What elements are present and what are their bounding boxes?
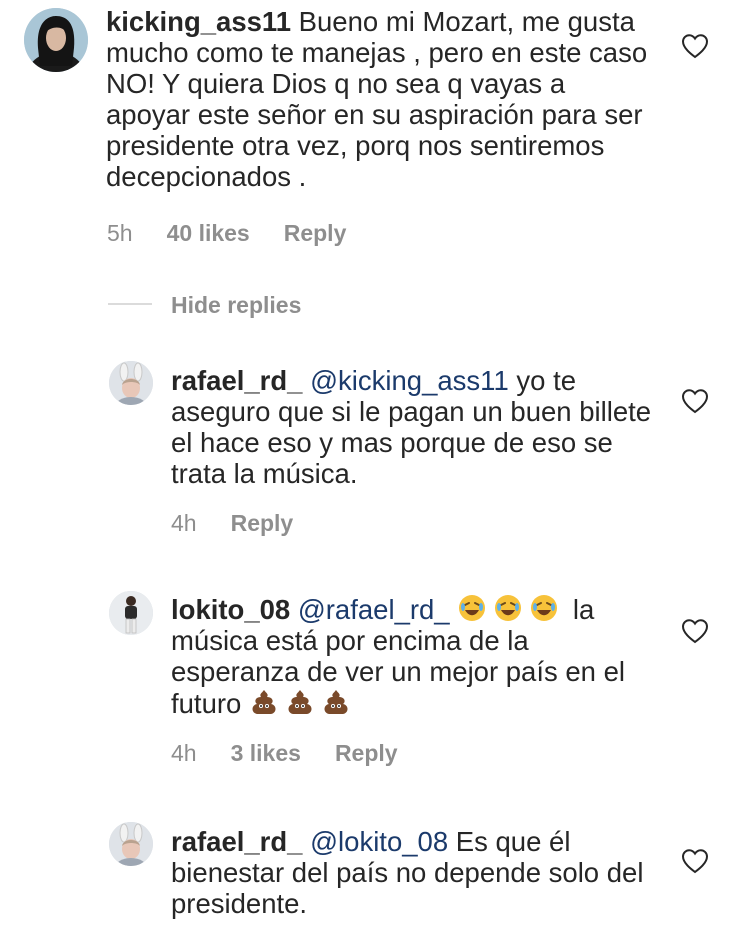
reply-likes[interactable]: 3 likes: [231, 740, 301, 766]
divider-line: [108, 303, 152, 305]
heart-outline-icon[interactable]: [681, 388, 709, 414]
comment-username[interactable]: kicking_ass11: [106, 6, 291, 37]
rolling-laughing-emoji-icon: [495, 595, 522, 621]
reply-meta: 4h 3 likes Reply: [171, 740, 432, 767]
reply-button[interactable]: Reply: [284, 220, 347, 246]
user-avatar-icon: [109, 591, 153, 635]
heart-outline-icon[interactable]: [681, 33, 709, 59]
reply-time: 4h: [171, 510, 197, 536]
reply-button[interactable]: Reply: [335, 740, 398, 766]
comment-text: kicking_ass11 Bueno mi Mozart, me gusta …: [106, 6, 651, 192]
reply-meta: 4h Reply: [171, 510, 327, 537]
rolling-laughing-emoji-icon: [531, 595, 558, 621]
pile-of-poo-emoji-icon: [288, 690, 312, 714]
reply-time: 4h: [171, 740, 197, 766]
user-avatar-icon: [109, 822, 153, 866]
hide-replies-label[interactable]: Hide replies: [171, 292, 301, 319]
avatar[interactable]: [24, 8, 88, 72]
reply-username[interactable]: lokito_08: [171, 594, 290, 625]
mention-link[interactable]: @lokito_08: [310, 826, 448, 857]
avatar[interactable]: [109, 822, 153, 866]
rolling-laughing-emoji-icon: [459, 595, 486, 621]
reply-button[interactable]: Reply: [231, 510, 294, 536]
avatar[interactable]: [109, 591, 153, 635]
comment-time: 5h: [107, 220, 133, 246]
reply-username[interactable]: rafael_rd_: [171, 365, 302, 396]
reply-text: rafael_rd_ @lokito_08 Es que él bienesta…: [171, 826, 661, 919]
reply-text: rafael_rd_ @kicking_ass11 yo te aseguro …: [171, 365, 661, 489]
pile-of-poo-emoji-icon: [252, 690, 276, 714]
comment-likes[interactable]: 40 likes: [167, 220, 250, 246]
pile-of-poo-emoji-icon: [324, 690, 348, 714]
mention-link[interactable]: @kicking_ass11: [310, 365, 509, 396]
heart-outline-icon[interactable]: [681, 848, 709, 874]
user-avatar-icon: [109, 361, 153, 405]
mention-link[interactable]: @rafael_rd_: [298, 594, 450, 625]
heart-outline-icon[interactable]: [681, 618, 709, 644]
hide-replies-toggle[interactable]: Hide replies: [108, 292, 368, 318]
comment-meta: 5h 40 likes Reply: [107, 220, 380, 247]
user-avatar-icon: [24, 8, 88, 72]
reply-text: lokito_08 @rafael_rd_ la música está por…: [171, 593, 661, 719]
reply-username[interactable]: rafael_rd_: [171, 826, 302, 857]
avatar[interactable]: [109, 361, 153, 405]
